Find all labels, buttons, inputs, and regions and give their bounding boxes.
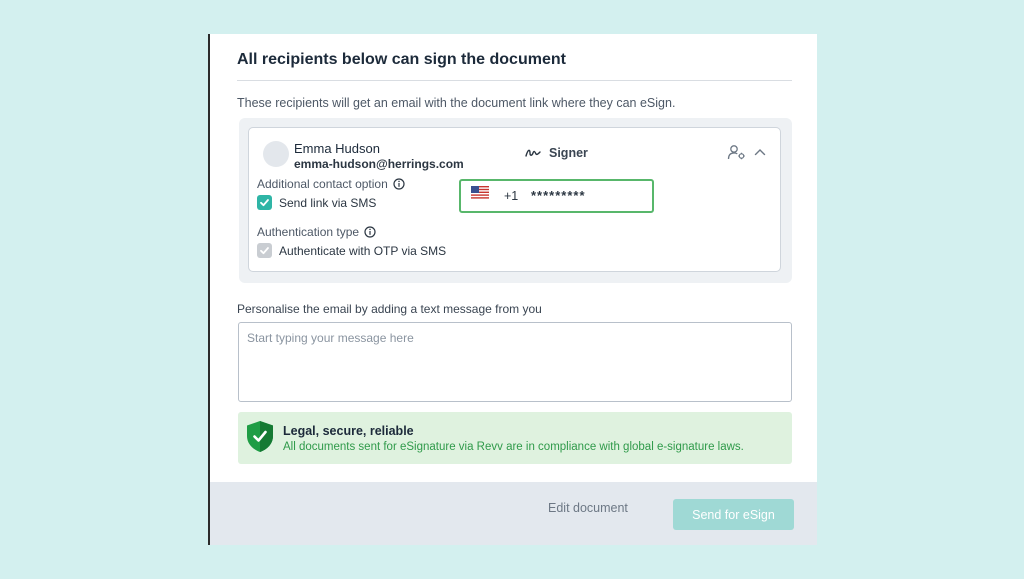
send-for-esign-button[interactable]: Send for eSign	[673, 499, 794, 530]
recipients-panel: Emma Hudson emma-hudson@herrings.com Sig…	[239, 118, 792, 283]
contact-option-label: Additional contact option	[257, 177, 388, 191]
dialog-subtitle: These recipients will get an email with …	[237, 96, 676, 110]
message-input[interactable]	[238, 322, 792, 402]
phone-number-field[interactable]: +1 *********	[459, 179, 654, 213]
info-icon[interactable]	[364, 226, 376, 238]
send-sms-label: Send link via SMS	[279, 195, 377, 210]
auth-otp-option: Authenticate with OTP via SMS	[257, 243, 446, 258]
contact-option-label-row: Additional contact option	[257, 177, 405, 191]
role-label: Signer	[549, 146, 588, 160]
user-settings-icon[interactable]	[727, 144, 746, 160]
check-icon	[260, 247, 269, 255]
compliance-text: All documents sent for eSignature via Re…	[283, 441, 744, 453]
signature-icon	[525, 149, 541, 157]
chevron-up-icon[interactable]	[754, 148, 766, 156]
us-flag-icon[interactable]	[471, 186, 489, 199]
recipient-email: emma-hudson@herrings.com	[294, 157, 464, 171]
title-divider	[237, 80, 792, 81]
avatar	[263, 141, 289, 167]
auth-type-label-row: Authentication type	[257, 225, 376, 239]
send-sms-checkbox[interactable]	[257, 195, 272, 210]
send-sms-option[interactable]: Send link via SMS	[257, 195, 376, 210]
send-for-esign-dialog: All recipients below can sign the docume…	[208, 34, 817, 545]
dialog-title: All recipients below can sign the docume…	[237, 51, 566, 68]
edit-document-button[interactable]: Edit document	[548, 501, 628, 515]
info-icon[interactable]	[393, 178, 405, 190]
phone-country-code: +1	[504, 189, 519, 203]
dialog-footer: Edit document Send for eSign	[210, 482, 817, 545]
recipient-card: Emma Hudson emma-hudson@herrings.com Sig…	[248, 127, 781, 272]
compliance-banner: Legal, secure, reliable All documents se…	[238, 412, 792, 464]
compliance-title: Legal, secure, reliable	[283, 424, 414, 438]
auth-type-label: Authentication type	[257, 225, 360, 239]
check-icon	[260, 199, 269, 207]
auth-otp-checkbox	[257, 243, 272, 258]
auth-otp-label: Authenticate with OTP via SMS	[279, 243, 447, 258]
message-label: Personalise the email by adding a text m…	[237, 302, 542, 316]
phone-number-value[interactable]: *********	[531, 188, 586, 203]
recipient-role[interactable]: Signer	[525, 146, 588, 160]
shield-check-icon	[247, 421, 273, 452]
recipient-name: Emma Hudson	[294, 141, 380, 156]
card-actions	[727, 144, 766, 160]
